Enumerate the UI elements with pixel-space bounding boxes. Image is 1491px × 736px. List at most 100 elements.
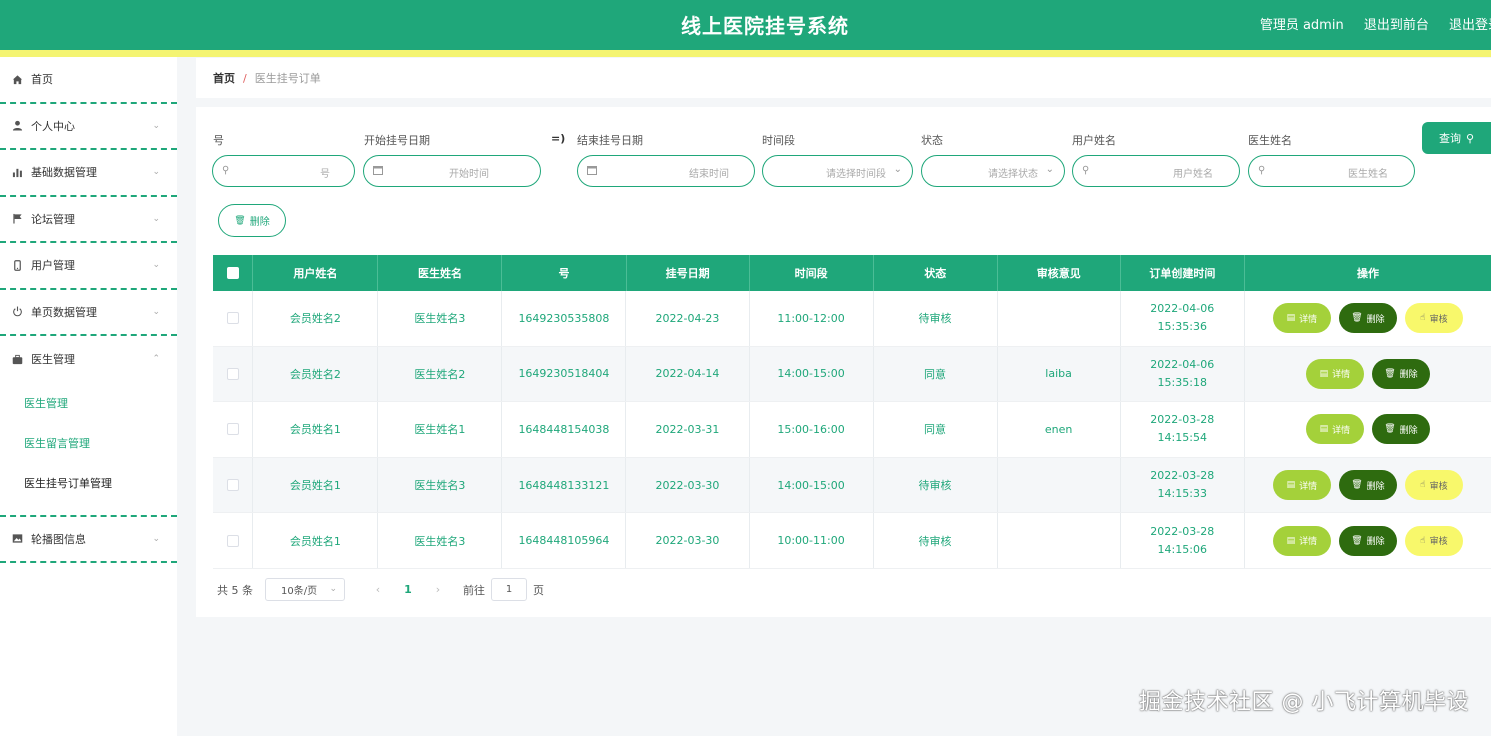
column-header: 医生姓名 [378, 255, 503, 291]
column-header: 号 [502, 255, 627, 291]
cell-status: 待审核 [874, 291, 998, 346]
sidebar-item-forum[interactable]: 论坛管理 ⌄ [0, 197, 177, 243]
submenu-item-doctor-messages[interactable]: 医生留言管理 [0, 431, 177, 471]
page-size-value: 10条/页 [281, 586, 318, 597]
row-checkbox[interactable] [226, 534, 239, 547]
breadcrumb-separator: / [243, 71, 247, 85]
sidebar-item-single-page[interactable]: 单页数据管理 ⌄ [0, 290, 177, 336]
chevron-down-icon: ⌄ [152, 213, 160, 224]
filter-start-date-input[interactable]: 开始时间 [363, 155, 541, 187]
cell-date: 2022-04-14 [626, 346, 750, 402]
batch-delete-label: 删除 [249, 217, 270, 228]
column-header: 用户姓名 [253, 255, 379, 291]
detail-button[interactable]: ▤ 详情 [1305, 358, 1364, 389]
filter-period-label: 时间段 [762, 134, 795, 147]
cell-doctor: 医生姓名3 [378, 291, 503, 346]
delete-button[interactable]: 🗑 删除 [1338, 470, 1397, 501]
delete-button[interactable]: 🗑 删除 [1371, 414, 1430, 445]
document-icon: ▤ [1319, 368, 1329, 379]
back-to-front-link[interactable]: 退出到前台 [1364, 18, 1429, 33]
filter-period-select[interactable]: 请选择时间段 ⌄ [762, 155, 913, 187]
chevron-down-icon: ⌄ [152, 260, 160, 271]
column-header: 审核意见 [998, 255, 1121, 291]
cell-user: 会员姓名2 [253, 346, 379, 402]
table-row: 会员姓名1 医生姓名3 1648448105964 2022-03-30 10:… [213, 513, 1491, 569]
prev-page-button[interactable]: ‹ [363, 583, 393, 596]
audit-button[interactable]: ☝ 审核 [1404, 470, 1463, 501]
cell-actions: ▤ 详情 🗑 删除 [1245, 402, 1491, 457]
submenu-item-doctor-orders[interactable]: 医生挂号订单管理 [0, 471, 177, 511]
sidebar-item-base-data[interactable]: 基础数据管理 ⌄ [0, 150, 177, 197]
cell-no: 1649230535808 [502, 291, 627, 346]
breadcrumb-home[interactable]: 首页 [213, 70, 235, 86]
trash-icon: 🗑 [1384, 368, 1396, 379]
sidebar-item-carousel[interactable]: 轮播图信息 ⌄ [0, 517, 177, 563]
page-number-current[interactable]: 1 [393, 583, 423, 596]
cell-user: 会员姓名2 [253, 291, 379, 346]
filter-user-input[interactable]: ⚲ 用户姓名 [1072, 155, 1240, 187]
briefcase-icon [11, 353, 23, 365]
cell-doctor: 医生姓名1 [378, 402, 503, 457]
cell-actions: ▤ 详情 🗑 删除 ☝ 审核 [1245, 513, 1491, 568]
sidebar-item-profile[interactable]: 个人中心 ⌄ [0, 104, 177, 150]
batch-delete-button[interactable]: 🗑 删除 [218, 204, 286, 237]
sidebar-item-home[interactable]: 首页 [0, 57, 177, 104]
filter-doctor-input[interactable]: ⚲ 医生姓名 [1248, 155, 1415, 187]
detail-button[interactable]: ▤ 详情 [1272, 470, 1331, 501]
sidebar-item-users[interactable]: 用户管理 ⌄ [0, 243, 177, 290]
sidebar-item-label: 用户管理 [31, 259, 75, 273]
delete-button[interactable]: 🗑 删除 [1371, 358, 1430, 389]
user-icon [11, 120, 23, 132]
filter-no-label: 号 [213, 134, 224, 147]
admin-label: 管理员 admin [1259, 18, 1344, 33]
cell-no: 1648448105964 [502, 513, 627, 568]
detail-button[interactable]: ▤ 详情 [1272, 303, 1331, 334]
cell-doctor: 医生姓名3 [378, 513, 503, 568]
next-page-button[interactable]: › [423, 583, 453, 596]
audit-button[interactable]: ☝ 审核 [1404, 303, 1463, 334]
audit-button[interactable]: ☝ 审核 [1404, 525, 1463, 556]
row-checkbox[interactable] [226, 312, 239, 325]
filter-end-date-input[interactable]: 结束时间 [577, 155, 755, 187]
filter-status-select[interactable]: 请选择状态 ⌄ [921, 155, 1065, 187]
cell-status: 待审核 [874, 457, 998, 513]
sidebar-item-doctors[interactable]: 医生管理 ⌃ [0, 336, 177, 383]
filter-status-placeholder: 请选择状态 [988, 169, 1038, 180]
chevron-down-icon: ⌄ [152, 120, 160, 131]
delete-button[interactable]: 🗑 删除 [1338, 525, 1397, 556]
detail-button[interactable]: ▤ 详情 [1272, 525, 1331, 556]
detail-button[interactable]: ▤ 详情 [1305, 414, 1364, 445]
select-all-checkbox[interactable] [226, 267, 239, 279]
search-button[interactable]: 查询 ⚲ [1422, 122, 1491, 154]
audit-label: 审核 [1429, 537, 1448, 548]
row-checkbox[interactable] [226, 367, 239, 380]
chevron-up-icon: ⌃ [152, 354, 160, 365]
filter-period-placeholder: 请选择时间段 [826, 169, 886, 180]
delete-button[interactable]: 🗑 删除 [1338, 303, 1397, 334]
document-icon: ▤ [1286, 313, 1296, 324]
chevron-down-icon: ⌄ [1045, 164, 1054, 175]
row-select-cell [213, 513, 254, 568]
search-icon: ⚲ [1258, 165, 1266, 176]
document-icon: ▤ [1319, 424, 1329, 435]
goto-page-input[interactable]: 1 [491, 578, 527, 601]
detail-label: 详情 [1332, 425, 1351, 436]
filter-user-placeholder: 用户姓名 [1173, 169, 1213, 180]
sidebar-item-label: 医生管理 [31, 353, 75, 367]
row-checkbox[interactable] [226, 423, 239, 436]
cell-status: 同意 [874, 346, 998, 402]
filter-no-input[interactable]: ⚲ 号 [212, 155, 355, 187]
search-icon: ⚲ [222, 165, 230, 176]
cell-date: 2022-03-30 [626, 457, 750, 513]
page-size-select[interactable]: 10条/页 ⌄ [265, 578, 345, 601]
logout-link[interactable]: 退出登录 [1449, 18, 1491, 33]
row-checkbox[interactable] [226, 479, 239, 492]
filter-end-date-placeholder: 结束时间 [689, 169, 729, 180]
cell-opinion: laiba [998, 346, 1121, 402]
cell-actions: ▤ 详情 🗑 删除 ☝ 审核 [1245, 458, 1491, 513]
date-range-separator: =) [551, 132, 566, 145]
pagination-total: 共 5 条 [217, 583, 253, 597]
cell-actions: ▤ 详情 🗑 删除 ☝ 审核 [1245, 291, 1491, 346]
submenu-item-doctor-manage[interactable]: 医生管理 [0, 391, 177, 431]
cell-opinion [998, 457, 1121, 513]
